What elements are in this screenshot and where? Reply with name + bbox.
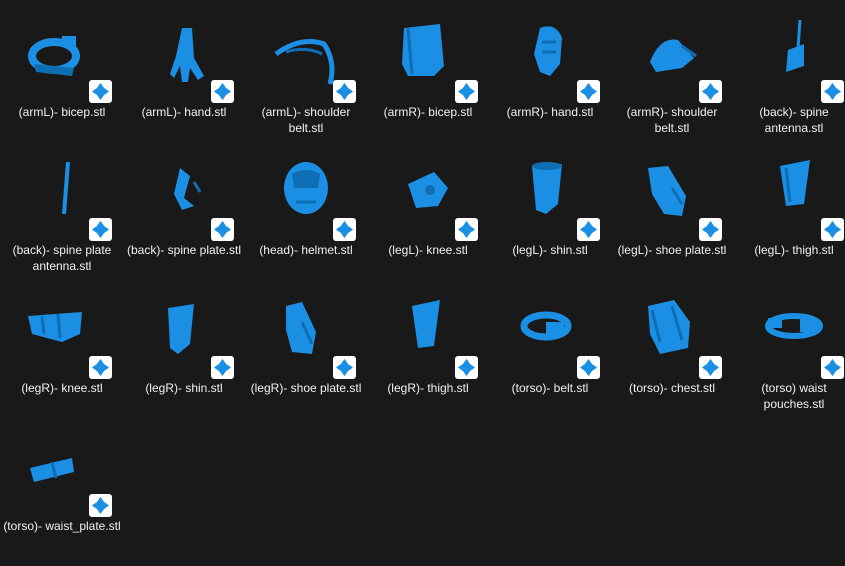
file-thumbnail	[2, 420, 122, 517]
slicer-file-icon	[821, 80, 844, 103]
file-item[interactable]: (armL)- hand.stl	[124, 6, 244, 121]
file-item[interactable]: (armR)- bicep.stl	[368, 6, 488, 121]
file-name-label: (armL)- hand.stl	[141, 105, 227, 119]
file-thumbnail	[368, 6, 488, 103]
file-item[interactable]: (armL)- bicep.stl	[2, 6, 122, 121]
file-item[interactable]: (torso)- waist_plate.stl	[2, 420, 122, 535]
file-name-label: (armR)- bicep.stl	[383, 105, 473, 119]
file-thumbnail	[124, 6, 244, 103]
slicer-file-icon	[699, 80, 722, 103]
file-name-label: (armL)- shoulder belt.stl	[261, 105, 351, 135]
file-thumbnail	[124, 144, 244, 241]
file-thumbnail	[2, 6, 122, 103]
file-thumbnail	[2, 282, 122, 379]
file-thumbnail	[734, 144, 845, 241]
slicer-file-icon	[577, 80, 600, 103]
file-name-label: (torso)- belt.stl	[511, 381, 589, 395]
file-item[interactable]: (legL)- shin.stl	[490, 144, 610, 259]
file-thumbnail	[2, 144, 122, 241]
slicer-file-icon	[89, 494, 112, 517]
file-thumbnail	[490, 144, 610, 241]
file-item[interactable]: (legR)- shoe plate.stl	[246, 282, 366, 397]
file-thumbnail	[734, 6, 845, 103]
file-item[interactable]: (torso) waist pouches.stl	[734, 282, 845, 412]
file-item[interactable]: (back)- spine antenna.stl	[734, 6, 845, 136]
slicer-file-icon	[333, 80, 356, 103]
file-name-label: (armL)- bicep.stl	[18, 105, 106, 119]
file-name-label: (torso) waist pouches.stl	[761, 381, 827, 411]
file-name-label: (armR)- hand.stl	[506, 105, 594, 119]
file-item[interactable]: (head)- helmet.stl	[246, 144, 366, 259]
file-name-label: (legR)- shoe plate.stl	[250, 381, 362, 395]
file-name-label: (torso)- chest.stl	[628, 381, 715, 395]
slicer-file-icon	[455, 218, 478, 241]
file-item[interactable]: (legL)- knee.stl	[368, 144, 488, 259]
file-item[interactable]: (back)- spine plate.stl	[124, 144, 244, 259]
file-item[interactable]: (back)- spine plate antenna.stl	[2, 144, 122, 274]
slicer-file-icon	[333, 356, 356, 379]
file-item[interactable]: (torso)- belt.stl	[490, 282, 610, 397]
slicer-file-icon	[89, 218, 112, 241]
file-thumbnail	[124, 282, 244, 379]
slicer-file-icon	[89, 80, 112, 103]
file-thumbnail	[246, 144, 366, 241]
slicer-file-icon	[211, 218, 234, 241]
file-item[interactable]: (armL)- shoulder belt.stl	[246, 6, 366, 136]
file-item[interactable]: (legL)- thigh.stl	[734, 144, 845, 259]
file-name-label: (legL)- knee.stl	[388, 243, 468, 257]
file-item[interactable]: (legR)- shin.stl	[124, 282, 244, 397]
slicer-file-icon	[821, 218, 844, 241]
file-thumbnail	[368, 282, 488, 379]
file-thumbnail	[734, 282, 845, 379]
file-name-label: (legL)- shoe plate.stl	[617, 243, 727, 257]
slicer-file-icon	[211, 356, 234, 379]
file-item[interactable]: (legR)- knee.stl	[2, 282, 122, 397]
slicer-file-icon	[211, 80, 234, 103]
file-name-label: (legR)- thigh.stl	[387, 381, 469, 395]
file-thumbnail	[612, 144, 732, 241]
file-name-label: (back)- spine plate.stl	[126, 243, 242, 257]
file-name-label: (legL)- thigh.stl	[754, 243, 834, 257]
file-item[interactable]: (armR)- hand.stl	[490, 6, 610, 121]
file-name-label: (head)- helmet.stl	[259, 243, 353, 257]
slicer-file-icon	[89, 356, 112, 379]
file-item[interactable]: (legR)- thigh.stl	[368, 282, 488, 397]
slicer-file-icon	[455, 80, 478, 103]
file-thumbnail	[246, 282, 366, 379]
file-item[interactable]: (armR)- shoulder belt.stl	[612, 6, 732, 136]
file-thumbnail	[246, 6, 366, 103]
slicer-file-icon	[333, 218, 356, 241]
slicer-file-icon	[699, 218, 722, 241]
slicer-file-icon	[577, 356, 600, 379]
slicer-file-icon	[577, 218, 600, 241]
file-name-label: (back)- spine antenna.stl	[759, 105, 829, 135]
file-thumbnail	[490, 282, 610, 379]
file-name-label: (back)- spine plate antenna.stl	[12, 243, 112, 273]
file-name-label: (legR)- knee.stl	[21, 381, 103, 395]
slicer-file-icon	[699, 356, 722, 379]
file-thumbnail	[612, 282, 732, 379]
file-thumbnail	[490, 6, 610, 103]
file-grid: (armL)- bicep.stl (armL)- hand.stl (armL)-…	[0, 0, 845, 566]
file-name-label: (armR)- shoulder belt.stl	[626, 105, 718, 135]
slicer-file-icon	[821, 356, 844, 379]
file-name-label: (legR)- shin.stl	[145, 381, 223, 395]
file-thumbnail	[612, 6, 732, 103]
file-name-label: (legL)- shin.stl	[512, 243, 588, 257]
file-name-label: (torso)- waist_plate.stl	[3, 519, 121, 533]
file-item[interactable]: (legL)- shoe plate.stl	[612, 144, 732, 259]
slicer-file-icon	[455, 356, 478, 379]
file-thumbnail	[368, 144, 488, 241]
file-item[interactable]: (torso)- chest.stl	[612, 282, 732, 397]
